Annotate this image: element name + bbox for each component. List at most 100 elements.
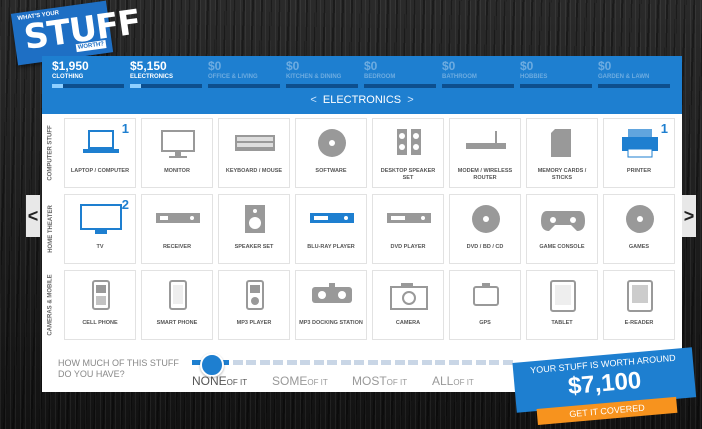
chevron-right-icon: > xyxy=(683,205,695,226)
category-progress xyxy=(364,84,436,88)
slider-segment xyxy=(232,360,243,365)
slider-segment xyxy=(354,360,364,365)
slider-segment xyxy=(421,360,432,365)
item-label: TABLET xyxy=(551,320,573,326)
item-tile[interactable]: GAMES xyxy=(603,194,675,264)
category-amount: $5,150 xyxy=(130,59,167,73)
slider-segment xyxy=(367,360,378,365)
item-label: DVD / BD / CD xyxy=(466,244,504,250)
category-tab[interactable]: $0 KITCHEN & DINING xyxy=(286,60,358,94)
item-tile[interactable]: E-READER xyxy=(603,270,675,340)
category-name: CLOTHING xyxy=(52,74,84,80)
slider-segment xyxy=(408,360,418,365)
ereader-icon xyxy=(627,280,653,312)
prev-category-button[interactable]: < xyxy=(310,94,316,106)
row-label: CAMERAS & MOBILE xyxy=(48,274,54,336)
router-icon xyxy=(466,131,506,149)
item-tile[interactable]: TV 2 xyxy=(64,194,136,264)
item-label: MONITOR xyxy=(164,168,190,174)
item-tile[interactable]: MEMORY CARDS / STICKS xyxy=(526,118,598,188)
item-tile[interactable]: LAPTOP / COMPUTER 1 xyxy=(64,118,136,188)
item-label: MP3 DOCKING STATION xyxy=(299,320,363,326)
quantity-question: HOW MUCH OF THIS STUFF DO YOU HAVE? xyxy=(58,358,179,379)
keyboard-icon xyxy=(235,135,275,151)
item-label: RECEIVER xyxy=(162,244,192,250)
slider-segment xyxy=(246,360,256,365)
item-tile[interactable]: SMART PHONE xyxy=(141,270,213,340)
receiver-icon xyxy=(156,213,200,223)
item-tile[interactable]: TABLET xyxy=(526,270,598,340)
item-tile[interactable]: CELL PHONE xyxy=(64,270,136,340)
item-label: BLU-RAY PLAYER xyxy=(307,244,355,250)
quantity-slider[interactable] xyxy=(192,353,522,377)
item-tile[interactable]: SPEAKER SET xyxy=(218,194,290,264)
prev-page-arrow[interactable]: < xyxy=(26,195,40,237)
next-page-arrow[interactable]: > xyxy=(682,195,696,237)
category-tab[interactable]: $1,950 CLOTHING xyxy=(52,60,124,94)
slider-segment xyxy=(475,360,486,365)
quantity-option[interactable]: SOMEOF IT xyxy=(272,374,328,388)
item-tile[interactable]: BLU-RAY PLAYER xyxy=(295,194,367,264)
slider-segment xyxy=(462,360,472,365)
game-controller-icon xyxy=(541,211,585,231)
item-label: SMART PHONE xyxy=(156,320,198,326)
slider-segment xyxy=(259,360,270,365)
category-name: HOBBIES xyxy=(520,74,548,80)
category-tab[interactable]: $0 BEDROOM xyxy=(364,60,436,94)
item-tile[interactable]: SOFTWARE xyxy=(295,118,367,188)
next-category-button[interactable]: > xyxy=(407,94,413,106)
category-progress xyxy=(52,84,124,88)
bluray-player-icon xyxy=(310,213,354,223)
slider-segment xyxy=(273,360,283,365)
category-tab[interactable]: $0 BATHROOM xyxy=(442,60,514,94)
item-label: PRINTER xyxy=(626,168,652,174)
disc-icon xyxy=(626,205,654,233)
item-tile[interactable]: RECEIVER xyxy=(141,194,213,264)
category-tab[interactable]: $0 OFFICE & LIVING xyxy=(208,60,280,94)
item-label: DESKTOP SPEAKER SET xyxy=(380,168,436,181)
category-tab[interactable]: $0 HOBBIES xyxy=(520,60,592,94)
category-name: BEDROOM xyxy=(364,74,396,80)
item-tile[interactable]: PRINTER 1 xyxy=(603,118,675,188)
row-label: HOME THEATER xyxy=(48,205,54,253)
quantity-option[interactable]: NONEOF IT xyxy=(192,374,247,388)
category-name: KITCHEN & DINING xyxy=(286,74,342,80)
category-progress xyxy=(130,84,202,88)
item-label: TV xyxy=(96,244,104,250)
item-tile[interactable]: GAME CONSOLE xyxy=(526,194,598,264)
category-progress xyxy=(286,84,358,88)
slider-segment xyxy=(448,360,459,365)
item-tile[interactable]: GPS xyxy=(449,270,521,340)
item-label: CAMERA xyxy=(395,320,421,326)
category-amount: $0 xyxy=(286,59,300,73)
item-tile[interactable]: MONITOR xyxy=(141,118,213,188)
item-tile[interactable]: MP3 PLAYER xyxy=(218,270,290,340)
slider-segment xyxy=(300,360,310,365)
item-tile[interactable]: CAMERA xyxy=(372,270,444,340)
item-label: MEMORY CARDS / STICKS xyxy=(537,168,587,181)
item-label: E-READER xyxy=(624,320,654,326)
disc-icon xyxy=(472,205,500,233)
item-tile[interactable]: MODEM / WIRELESS ROUTER xyxy=(449,118,521,188)
tablet-icon xyxy=(550,280,576,312)
speaker-icon xyxy=(245,205,265,233)
quantity-option[interactable]: MOSTOF IT xyxy=(352,374,407,388)
item-label: CELL PHONE xyxy=(82,320,118,326)
item-tile[interactable]: KEYBOARD / MOUSE xyxy=(218,118,290,188)
dvd-player-icon xyxy=(387,213,431,223)
category-tab[interactable]: $0 GARDEN & LAWN xyxy=(598,60,670,94)
category-name: BATHROOM xyxy=(442,74,477,80)
inventory-panel: $1,950 CLOTHING $5,150 ELECTRONICS $0 OFFICE … xyxy=(42,56,682,374)
speakers-icon xyxy=(397,129,421,155)
item-tile[interactable]: DVD PLAYER xyxy=(372,194,444,264)
disc-icon xyxy=(318,129,346,157)
item-tile[interactable]: DVD / BD / CD xyxy=(449,194,521,264)
item-label: GAME CONSOLE xyxy=(539,244,585,250)
category-tab[interactable]: $5,150 ELECTRONICS xyxy=(130,60,202,94)
item-tile[interactable]: DESKTOP SPEAKER SET xyxy=(372,118,444,188)
item-tile[interactable]: MP3 DOCKING STATION xyxy=(295,270,367,340)
category-amount: $0 xyxy=(442,59,456,73)
quantity-option[interactable]: ALLOF IT xyxy=(432,374,474,388)
quantity-bar: HOW MUCH OF THIS STUFF DO YOU HAVE? NONE… xyxy=(42,352,542,392)
category-progress xyxy=(598,84,670,88)
